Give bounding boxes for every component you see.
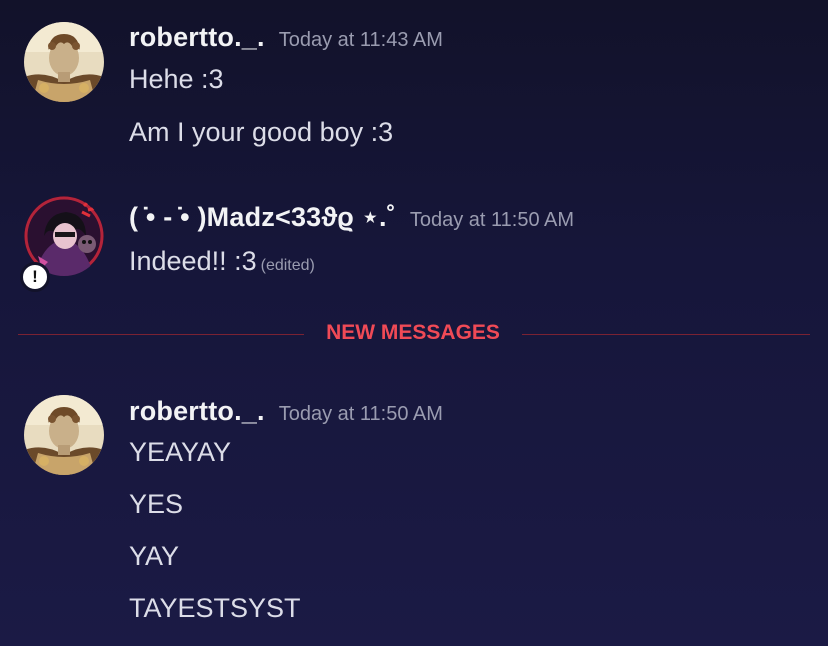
message-text-content: Indeed!! :3 bbox=[129, 246, 257, 276]
divider-line-left bbox=[18, 334, 304, 335]
username[interactable]: robertto._. bbox=[129, 396, 265, 427]
message-text: Am I your good boy :3 bbox=[129, 117, 394, 147]
message-header: robertto._. Today at 11:50 AM bbox=[129, 396, 443, 428]
exclamation-badge-icon: ! bbox=[20, 262, 50, 292]
avatar-robertto[interactable] bbox=[24, 395, 104, 475]
timestamp[interactable]: Today at 11:50 AM bbox=[410, 209, 574, 232]
divider-line-right bbox=[522, 334, 810, 335]
username[interactable]: robertto._. bbox=[129, 22, 265, 53]
message-text: Indeed!! :3 (edited) bbox=[129, 246, 315, 277]
message-text: YEAYAY bbox=[129, 437, 232, 467]
username[interactable]: ( ̇• - ̇• )Madz<33ϑϱ ⋆.˚ bbox=[129, 202, 396, 233]
message-header: robertto._. Today at 11:43 AM bbox=[129, 22, 443, 54]
timestamp[interactable]: Today at 11:50 AM bbox=[279, 403, 443, 426]
message-text: TAYESTSYST bbox=[129, 593, 301, 623]
classical-statue-avatar-icon bbox=[24, 22, 104, 102]
new-messages-divider: NEW MESSAGES bbox=[18, 321, 810, 347]
chat-message-list: robertto._. Today at 11:43 AM Hehe :3 Am… bbox=[0, 0, 828, 646]
message-header: ( ̇• - ̇• )Madz<33ϑϱ ⋆.˚ Today at 11:50 … bbox=[129, 202, 574, 234]
classical-statue-avatar-icon bbox=[24, 395, 104, 475]
timestamp[interactable]: Today at 11:43 AM bbox=[279, 29, 443, 52]
avatar-robertto[interactable] bbox=[24, 22, 104, 102]
message-text: Hehe :3 bbox=[129, 64, 224, 94]
message-text: YAY bbox=[129, 541, 180, 571]
message-text: YES bbox=[129, 489, 184, 519]
new-messages-label: NEW MESSAGES bbox=[326, 321, 500, 344]
edited-label: (edited) bbox=[260, 257, 315, 274]
